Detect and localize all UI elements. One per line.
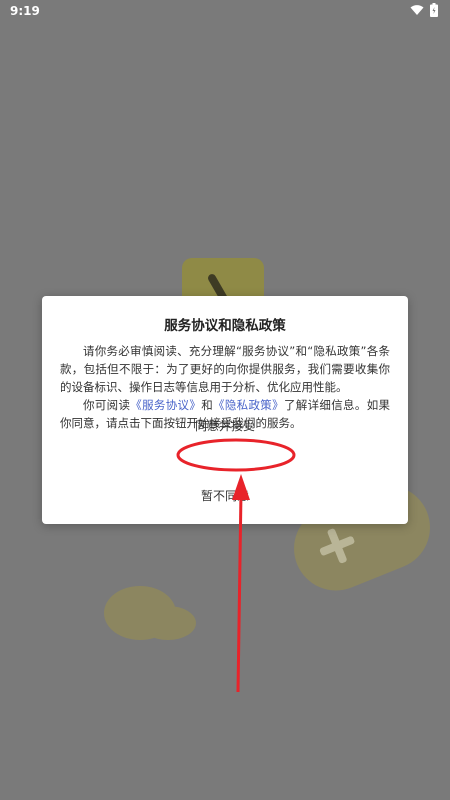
annotation-arrow-shaft [236, 491, 243, 693]
annotation-overlay [176, 438, 296, 693]
annotation-arrow-head [232, 474, 250, 500]
annotation-ellipse [176, 438, 296, 472]
